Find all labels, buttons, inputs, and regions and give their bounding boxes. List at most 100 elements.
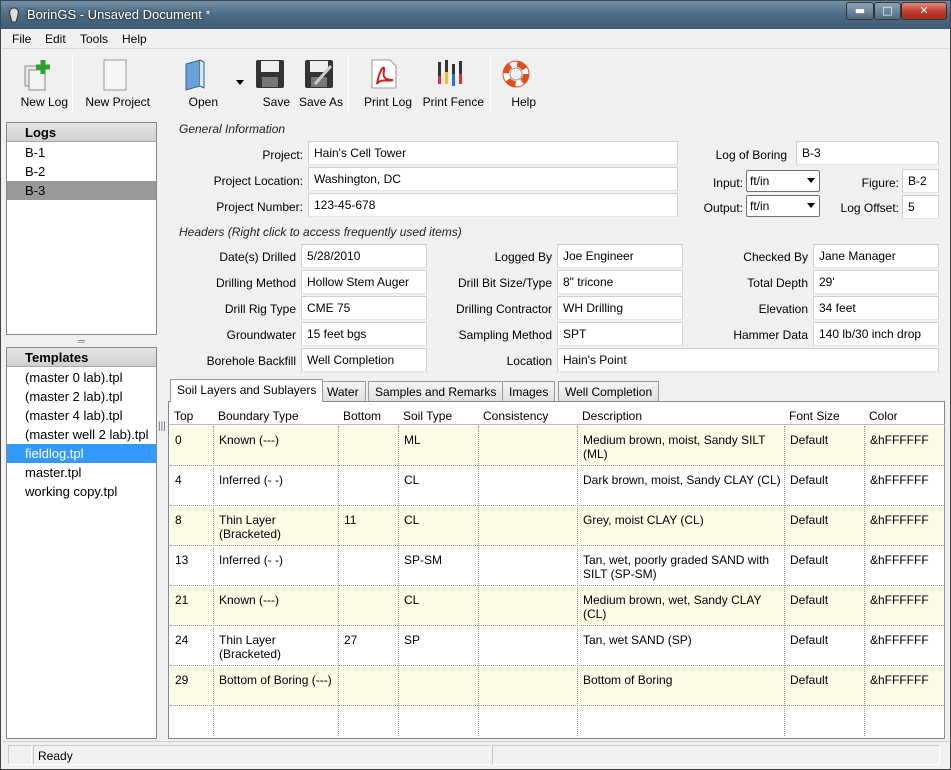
table-row[interactable]: 8 Thin Layer (Bracketed) 11 CL Grey, moist C… [170, 506, 944, 546]
help-button[interactable]: Help [496, 52, 536, 114]
save-button[interactable]: Save [250, 52, 290, 114]
font-size-cell[interactable]: Default [790, 433, 862, 447]
font-size-cell[interactable]: Default [790, 553, 862, 567]
open-button[interactable]: Open [172, 52, 218, 114]
boundary-type-cell[interactable]: Thin Layer (Bracketed) [219, 513, 337, 541]
hammer-data-field[interactable]: 140 lb/30 inch drop [813, 322, 939, 346]
table-row[interactable]: 0 Known (---) ML Medium brown, moist, Sandy… [170, 426, 944, 466]
logged-by-field[interactable]: Joe Engineer [557, 244, 683, 268]
table-row[interactable]: 29 Bottom of Boring (---) Bottom of Boring… [170, 666, 944, 706]
font-size-cell[interactable]: Default [790, 593, 862, 607]
print-log-button[interactable]: Print Log [356, 52, 412, 114]
template-item[interactable]: (master 4 lab).tpl [7, 406, 156, 425]
drill-bit-field[interactable]: 8" tricone [557, 270, 683, 294]
color-cell[interactable]: &hFFFFFF [870, 553, 942, 567]
figure-field[interactable]: B-2 [902, 169, 939, 193]
soil-type-cell[interactable]: CL [404, 593, 476, 607]
open-dropdown-button[interactable] [234, 52, 246, 114]
description-cell[interactable]: Tan, wet, poorly graded SAND with SILT (… [583, 553, 783, 581]
column-header[interactable]: Soil Type [403, 409, 452, 423]
groundwater-field[interactable]: 15 feet bgs [301, 322, 427, 346]
log-item[interactable]: B-2 [7, 162, 156, 181]
column-header[interactable]: Consistency [483, 409, 548, 423]
top-cell[interactable]: 24 [175, 633, 213, 647]
output-units-select[interactable]: ft/in [746, 195, 820, 217]
table-row[interactable]: 21 Known (---) CL Medium brown, wet, Sandy … [170, 586, 944, 626]
boundary-type-cell[interactable]: Inferred (- -) [219, 553, 337, 567]
column-header[interactable]: Description [582, 409, 642, 423]
top-cell[interactable]: 4 [175, 473, 213, 487]
drill-rig-type-field[interactable]: CME 75 [301, 296, 427, 320]
top-cell[interactable]: 0 [175, 433, 213, 447]
title-bar[interactable]: BorinGS - Unsaved Document * ▬ □ ✕ [1, 1, 950, 29]
empty-new-row[interactable] [170, 706, 944, 736]
drilling-contractor-field[interactable]: WH Drilling [557, 296, 683, 320]
borehole-backfill-field[interactable]: Well Completion [301, 348, 427, 372]
tab-water[interactable]: Water [320, 381, 366, 401]
color-cell[interactable]: &hFFFFFF [870, 633, 942, 647]
dates-drilled-field[interactable]: 5/28/2010 [301, 244, 427, 268]
column-header[interactable]: Bottom [343, 409, 381, 423]
soil-type-cell[interactable]: SP [404, 633, 476, 647]
table-row[interactable]: 24 Thin Layer (Bracketed) 27 SP Tan, wet SAN… [170, 626, 944, 666]
print-fence-button[interactable]: Print Fence [418, 52, 484, 114]
font-size-cell[interactable]: Default [790, 513, 862, 527]
minimize-button[interactable]: ▬ [846, 2, 874, 20]
template-item-selected[interactable]: fieldlog.tpl [7, 444, 156, 463]
vertical-splitter[interactable]: ||| [158, 421, 166, 441]
log-item[interactable]: B-1 [7, 143, 156, 162]
log-item-selected[interactable]: B-3 [7, 181, 156, 200]
description-cell[interactable]: Dark brown, moist, Sandy CLAY (CL) [583, 473, 783, 487]
boundary-type-cell[interactable]: Bottom of Boring (---) [219, 673, 337, 687]
description-cell[interactable]: Bottom of Boring [583, 673, 783, 687]
soil-type-cell[interactable]: CL [404, 473, 476, 487]
template-item[interactable]: master.tpl [7, 463, 156, 482]
table-row[interactable]: 13 Inferred (- -) SP-SM Tan, wet, poorly gr… [170, 546, 944, 586]
top-cell[interactable]: 13 [175, 553, 213, 567]
template-item[interactable]: working copy.tpl [7, 482, 156, 501]
top-cell[interactable]: 8 [175, 513, 213, 527]
column-header[interactable]: Font Size [789, 409, 840, 423]
log-of-boring-field[interactable]: B-3 [796, 141, 939, 165]
soil-type-cell[interactable]: ML [404, 433, 476, 447]
menu-tools[interactable]: Tools [80, 32, 108, 46]
color-cell[interactable]: &hFFFFFF [870, 673, 942, 687]
soil-type-cell[interactable]: CL [404, 513, 476, 527]
project-number-field[interactable]: 123-45-678 [308, 193, 678, 217]
menu-help[interactable]: Help [122, 32, 147, 46]
tab-samples-remarks[interactable]: Samples and Remarks [368, 381, 504, 401]
boundary-type-cell[interactable]: Inferred (- -) [219, 473, 337, 487]
menu-edit[interactable]: Edit [45, 32, 66, 46]
input-units-select[interactable]: ft/in [746, 170, 820, 192]
menu-file[interactable]: File [12, 32, 31, 46]
table-row[interactable]: 4 Inferred (- -) CL Dark brown, moist, Sand… [170, 466, 944, 506]
column-header[interactable]: Top [174, 409, 193, 423]
checked-by-field[interactable]: Jane Manager [813, 244, 939, 268]
template-item[interactable]: (master well 2 lab).tpl [7, 425, 156, 444]
description-cell[interactable]: Medium brown, wet, Sandy CLAY (CL) [583, 593, 783, 621]
font-size-cell[interactable]: Default [790, 673, 862, 687]
description-cell[interactable]: Tan, wet SAND (SP) [583, 633, 783, 647]
bottom-cell[interactable]: 11 [344, 513, 396, 527]
column-header[interactable]: Boundary Type [218, 409, 299, 423]
description-cell[interactable]: Medium brown, moist, Sandy SILT (ML) [583, 433, 783, 461]
color-cell[interactable]: &hFFFFFF [870, 593, 942, 607]
font-size-cell[interactable]: Default [790, 633, 862, 647]
bottom-cell[interactable]: 27 [344, 633, 396, 647]
tab-images[interactable]: Images [502, 381, 556, 401]
save-as-button[interactable]: Save As [295, 52, 343, 114]
top-cell[interactable]: 29 [175, 673, 213, 687]
location-field[interactable]: Hain's Point [557, 348, 939, 372]
boundary-type-cell[interactable]: Known (---) [219, 593, 337, 607]
color-cell[interactable]: &hFFFFFF [870, 473, 942, 487]
project-field[interactable]: Hain's Cell Tower [308, 141, 678, 165]
description-cell[interactable]: Grey, moist CLAY (CL) [583, 513, 783, 527]
soil-type-cell[interactable]: SP-SM [404, 553, 476, 567]
top-cell[interactable]: 21 [175, 593, 213, 607]
log-offset-field[interactable]: 5 [902, 195, 939, 219]
tab-well-completion[interactable]: Well Completion [558, 381, 660, 401]
close-button[interactable]: ✕ [901, 2, 947, 20]
template-item[interactable]: (master 2 lab).tpl [7, 387, 156, 406]
boundary-type-cell[interactable]: Known (---) [219, 433, 337, 447]
new-log-button[interactable]: New Log [8, 52, 68, 114]
